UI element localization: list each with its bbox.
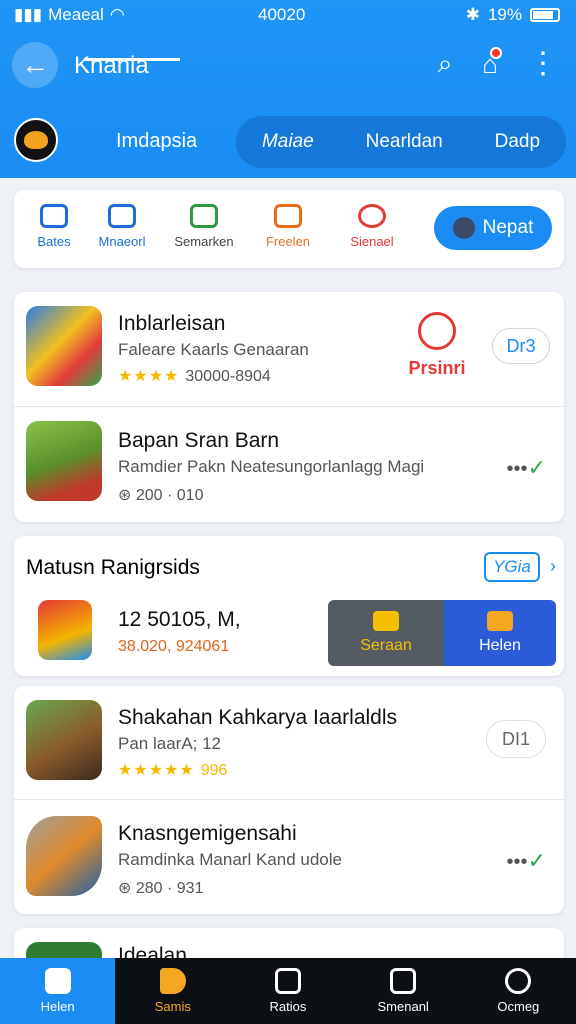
back-button[interactable]: ← (12, 42, 58, 88)
category-mnaeorl[interactable]: Mnaeorl (82, 204, 162, 249)
rating-stars: ★★★★ (118, 368, 180, 385)
gift-icon (274, 204, 302, 228)
action-helen-button[interactable]: Helen (444, 600, 556, 666)
tab-1[interactable]: Maiae (262, 131, 314, 153)
premium-icon (418, 312, 456, 350)
nav-ratios[interactable]: Ratios (230, 958, 345, 1024)
app-title: Knania (74, 52, 149, 79)
character-thumbnail (38, 600, 92, 660)
wifi-icon: ◠ (109, 5, 125, 24)
category-bar: Bates Mnaeorl Semarken Freelen Sienael N… (14, 190, 564, 268)
app-bar: ← Knania ⌕ ⌂ ⋮ (0, 40, 576, 90)
tab-indicator (84, 58, 180, 61)
carrier-name: Meaeal (48, 5, 104, 24)
battery-text: 19% (487, 5, 522, 24)
app-thumbnail (26, 700, 102, 780)
cart-icon[interactable]: ⌂ (482, 46, 502, 80)
app-thumbnail (26, 421, 102, 501)
download-icon: ⊛ (118, 880, 136, 897)
app-thumbnail (26, 306, 102, 386)
signal-icon: ▮▮▮ (14, 5, 43, 24)
battery-icon (530, 8, 560, 22)
notification-dot (490, 46, 502, 59)
nav-profile[interactable]: Ocmeg (461, 958, 576, 1024)
list-item[interactable]: Bapan Sran Barn Ramdier Pakn Neatesungor… (14, 407, 564, 522)
chevron-right-icon[interactable]: › (550, 556, 556, 577)
check-icon: ✓ (527, 455, 546, 480)
home-icon (44, 968, 71, 994)
character-icon (452, 217, 475, 239)
installed-indicator: •••✓ (506, 848, 546, 873)
tag-button[interactable]: Dr3 (492, 328, 550, 364)
list-item[interactable]: Shakahan Kahkarya Iaarlaldls Pan laarA; … (14, 686, 564, 801)
repeat-button[interactable]: Nepat (434, 206, 552, 250)
play-icon (159, 968, 186, 994)
more-menu-icon[interactable]: ⋮ (528, 49, 558, 79)
category-semarken[interactable]: Semarken (164, 204, 244, 249)
mail-icon (108, 204, 136, 228)
bluetooth-icon: ✱ (465, 5, 480, 24)
calendar-icon (40, 204, 68, 228)
nav-smenanl[interactable]: Smenanl (346, 958, 461, 1024)
header: ▮▮▮ Meaeal ◠ 40020 ✱ 19% ← Knania ⌕ ⌂ ⋮ … (0, 0, 576, 178)
nav-games[interactable]: Samis (115, 958, 230, 1024)
tab-active[interactable]: Imdapsia (116, 130, 197, 153)
tab-2[interactable]: Nearldan (366, 131, 443, 153)
tab-3[interactable]: Dadp (495, 131, 540, 153)
clock: 40020 (258, 5, 306, 24)
category-sienael[interactable]: Sienael (332, 204, 412, 249)
bottom-nav: Helen Samis Ratios Smenanl Ocmeg (0, 958, 576, 1024)
search-icon[interactable]: ⌕ (438, 48, 453, 80)
status-bar: ▮▮▮ Meaeal ◠ 40020 ✱ 19% (0, 0, 576, 30)
app-list-card: Shakahan Kahkarya Iaarlaldls Pan laarA; … (14, 686, 564, 914)
featured-title: 12 50105, M, (118, 608, 241, 631)
avatar[interactable] (14, 118, 58, 162)
featured-meta: 38.020, 924061 (118, 638, 230, 655)
premium-badge: Prsinri (392, 312, 482, 379)
heart-icon (358, 204, 386, 228)
installed-indicator: •••✓ (506, 455, 546, 480)
featured-section: Matusn Ranigrsids YGia › 12 50105, M, 38… (14, 536, 564, 676)
list-item[interactable]: Inblarleisan Faleare Kaarls Genaaran ★★★… (14, 292, 564, 407)
camera-icon (274, 968, 301, 994)
category-freelen[interactable]: Freelen (248, 204, 328, 249)
tag-button[interactable]: DI1 (486, 720, 546, 758)
clipboard-icon (390, 968, 417, 994)
arrow-left-icon: ← (21, 49, 49, 80)
rating-stars: ★★★★★ (118, 762, 195, 779)
section-title: Matusn Ranigrsids (26, 556, 200, 579)
check-icon: ✓ (527, 848, 546, 873)
list-item[interactable]: Knasngemigensahi Ramdinka Manarl Kand ud… (14, 800, 564, 914)
app-list-card: Inblarleisan Faleare Kaarls Genaaran ★★★… (14, 292, 564, 522)
tab-row: Imdapsia Maiae Nearldan Dadp (0, 114, 576, 168)
handshake-icon (373, 611, 399, 631)
action-seraan-button[interactable]: Seraan (328, 600, 444, 666)
nav-home[interactable]: Helen (0, 958, 116, 1024)
app-thumbnail (26, 816, 102, 896)
section-more-button[interactable]: YGia (484, 552, 540, 582)
user-icon (505, 968, 532, 994)
store-icon (487, 611, 513, 631)
chart-icon (190, 204, 218, 228)
tab-group: Maiae Nearldan Dadp (236, 116, 566, 168)
download-icon: ⊛ (118, 487, 136, 504)
